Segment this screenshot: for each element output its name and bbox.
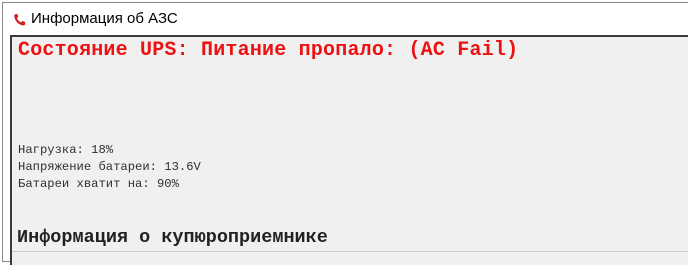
ups-load: Нагрузка: 18%: [18, 143, 114, 157]
phone-icon: [14, 14, 26, 26]
section-divider: [12, 251, 688, 252]
ups-battery-voltage: Напряжение батареи: 13.6V: [18, 160, 201, 174]
window-title: Информация об АЗС: [31, 10, 178, 27]
ups-status-text: Состояние UPS: Питание пропало: (AC Fail…: [18, 39, 519, 62]
ups-battery-runtime: Батареи хватит на: 90%: [18, 177, 179, 191]
bill-acceptor-heading: Информация о купюроприемнике: [17, 227, 328, 248]
title-bar[interactable]: Информация об АЗС: [3, 3, 688, 35]
